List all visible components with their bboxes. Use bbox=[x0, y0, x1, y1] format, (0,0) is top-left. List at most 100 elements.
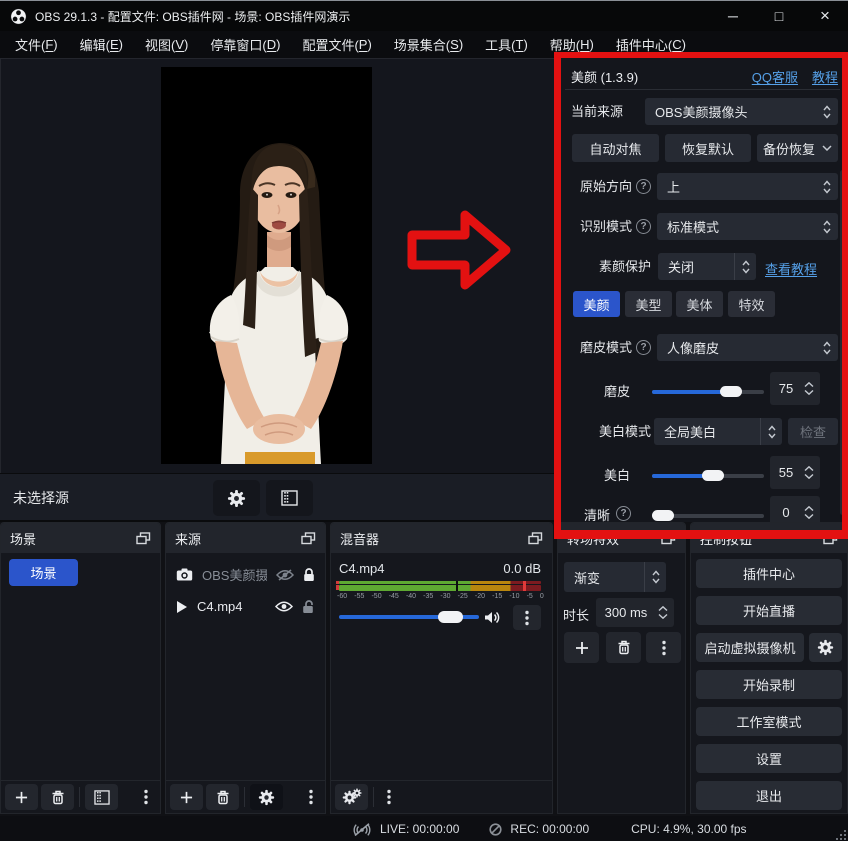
popout-icon[interactable] bbox=[136, 532, 151, 545]
tutorial-link[interactable]: 教程 bbox=[812, 67, 838, 86]
clarity-label: 清晰 bbox=[557, 499, 610, 522]
visibility-off-icon[interactable] bbox=[276, 569, 294, 581]
restore-default-button[interactable]: 恢复默认 bbox=[665, 134, 751, 162]
autofocus-button[interactable]: 自动对焦 bbox=[572, 134, 659, 162]
scenes-more-button[interactable] bbox=[136, 784, 156, 810]
lock-open-icon[interactable] bbox=[302, 600, 315, 614]
qq-support-link[interactable]: QQ客服 bbox=[752, 67, 798, 86]
meter-peak-marker bbox=[456, 581, 458, 591]
check-button[interactable]: 检查 bbox=[788, 418, 838, 445]
detect-mode-select[interactable]: 标准模式 bbox=[657, 213, 838, 240]
maximize-button[interactable]: □ bbox=[756, 1, 802, 31]
play-icon bbox=[176, 600, 188, 614]
tab-beauty[interactable]: 美颜 bbox=[573, 291, 620, 317]
remove-scene-button[interactable] bbox=[41, 784, 74, 810]
clarity-slider[interactable] bbox=[652, 510, 764, 521]
backup-restore-button[interactable]: 备份恢复 bbox=[757, 134, 838, 162]
menu-plugin-center[interactable]: 插件中心(C) bbox=[605, 31, 697, 58]
menu-docks[interactable]: 停靠窗口(D) bbox=[199, 31, 291, 58]
caret-down-icon[interactable] bbox=[804, 474, 814, 479]
close-button[interactable]: × bbox=[802, 1, 848, 31]
scene-item[interactable]: 场景 bbox=[9, 559, 78, 586]
mixer-more-button[interactable] bbox=[379, 784, 399, 810]
clarity-value-stepper[interactable]: 0 bbox=[770, 496, 820, 522]
slider-handle[interactable] bbox=[702, 470, 724, 481]
minimize-button[interactable]: ─ bbox=[710, 1, 756, 31]
virtual-camera-settings-button[interactable] bbox=[809, 633, 842, 662]
popout-icon[interactable] bbox=[528, 532, 543, 545]
caret-up-icon[interactable] bbox=[658, 606, 668, 611]
menu-help[interactable]: 帮助(H) bbox=[539, 31, 605, 58]
settings-button[interactable]: 设置 bbox=[696, 744, 842, 773]
video-source-preview[interactable] bbox=[161, 67, 372, 464]
tab-reshape[interactable]: 美型 bbox=[625, 291, 672, 317]
volume-slider[interactable] bbox=[339, 611, 479, 623]
source-properties-button[interactable] bbox=[213, 480, 260, 516]
remove-transition-button[interactable] bbox=[606, 632, 641, 663]
view-tutorial-link[interactable]: 查看教程 bbox=[765, 259, 817, 278]
duration-stepper[interactable]: 300 ms bbox=[596, 598, 674, 627]
help-icon[interactable]: ? bbox=[636, 219, 651, 234]
smooth-mode-select[interactable]: 人像磨皮 bbox=[657, 334, 838, 361]
add-source-button[interactable] bbox=[170, 784, 203, 810]
popout-icon[interactable] bbox=[823, 532, 838, 545]
caret-down-icon[interactable] bbox=[804, 390, 814, 395]
caret-up-icon[interactable] bbox=[804, 506, 814, 511]
remove-source-button[interactable] bbox=[206, 784, 239, 810]
smooth-slider[interactable] bbox=[652, 386, 764, 397]
whiten-mode-select[interactable]: 全局美白 bbox=[654, 418, 782, 445]
caret-down-icon[interactable] bbox=[804, 514, 814, 519]
transition-select[interactable]: 渐变 bbox=[564, 562, 666, 592]
source-filters-button[interactable] bbox=[266, 480, 313, 516]
caret-up-icon[interactable] bbox=[804, 466, 814, 471]
tab-effects[interactable]: 特效 bbox=[728, 291, 775, 317]
caret-up-icon[interactable] bbox=[804, 382, 814, 387]
popout-icon[interactable] bbox=[661, 532, 676, 545]
current-source-select[interactable]: OBS美颜摄像头 bbox=[645, 98, 838, 125]
tab-body[interactable]: 美体 bbox=[676, 291, 723, 317]
source-row-media[interactable]: C4.mp4 bbox=[166, 593, 325, 620]
menu-file[interactable]: 文件(F) bbox=[4, 31, 69, 58]
add-scene-button[interactable] bbox=[5, 784, 38, 810]
menu-scene-collection[interactable]: 场景集合(S) bbox=[383, 31, 474, 58]
whiten-slider[interactable] bbox=[652, 470, 764, 481]
slider-handle[interactable] bbox=[720, 386, 742, 397]
menu-profile[interactable]: 配置文件(P) bbox=[291, 31, 382, 58]
slider-handle[interactable] bbox=[652, 510, 674, 521]
whiten-value-stepper[interactable]: 55 bbox=[770, 456, 820, 489]
lock-closed-icon[interactable] bbox=[303, 568, 315, 582]
resize-grip[interactable] bbox=[836, 830, 846, 840]
help-icon[interactable]: ? bbox=[636, 179, 651, 194]
mixer-channel-menu-button[interactable] bbox=[513, 605, 541, 630]
chevron-updown-icon bbox=[760, 418, 782, 445]
exit-button[interactable]: 退出 bbox=[696, 781, 842, 810]
plugin-center-button[interactable]: 插件中心 bbox=[696, 559, 842, 588]
help-icon[interactable]: ? bbox=[636, 340, 651, 355]
panel-scrollbar[interactable] bbox=[840, 170, 845, 515]
menu-tools[interactable]: 工具(T) bbox=[474, 31, 539, 58]
volume-slider-handle[interactable] bbox=[438, 611, 463, 623]
menu-view[interactable]: 视图(V) bbox=[134, 31, 199, 58]
speaker-icon[interactable] bbox=[484, 611, 501, 624]
advanced-audio-button[interactable] bbox=[335, 784, 368, 810]
help-icon[interactable]: ? bbox=[616, 506, 631, 521]
orientation-select[interactable]: 上 bbox=[657, 173, 838, 200]
sources-more-button[interactable] bbox=[301, 784, 321, 810]
source-row-beauty-camera[interactable]: OBS美颜摄像头 bbox=[166, 561, 325, 588]
caret-down-icon[interactable] bbox=[658, 614, 668, 619]
smooth-value-stepper[interactable]: 75 bbox=[770, 372, 820, 405]
transition-more-button[interactable] bbox=[646, 632, 681, 663]
presenter-woman-image bbox=[161, 67, 372, 464]
menu-edit[interactable]: 编辑(E) bbox=[69, 31, 134, 58]
popout-icon[interactable] bbox=[301, 532, 316, 545]
bare-face-select[interactable]: 关闭 bbox=[658, 253, 756, 280]
start-virtual-camera-button[interactable]: 启动虚拟摄像机 bbox=[696, 633, 804, 662]
start-streaming-button[interactable]: 开始直播 bbox=[696, 596, 842, 625]
source-properties-button[interactable] bbox=[250, 784, 283, 810]
scene-filters-button[interactable] bbox=[85, 784, 118, 810]
studio-mode-button[interactable]: 工作室模式 bbox=[696, 707, 842, 736]
visibility-on-icon[interactable] bbox=[275, 601, 293, 612]
start-recording-button[interactable]: 开始录制 bbox=[696, 670, 842, 699]
add-transition-button[interactable] bbox=[564, 632, 599, 663]
filter-icon bbox=[94, 790, 110, 805]
